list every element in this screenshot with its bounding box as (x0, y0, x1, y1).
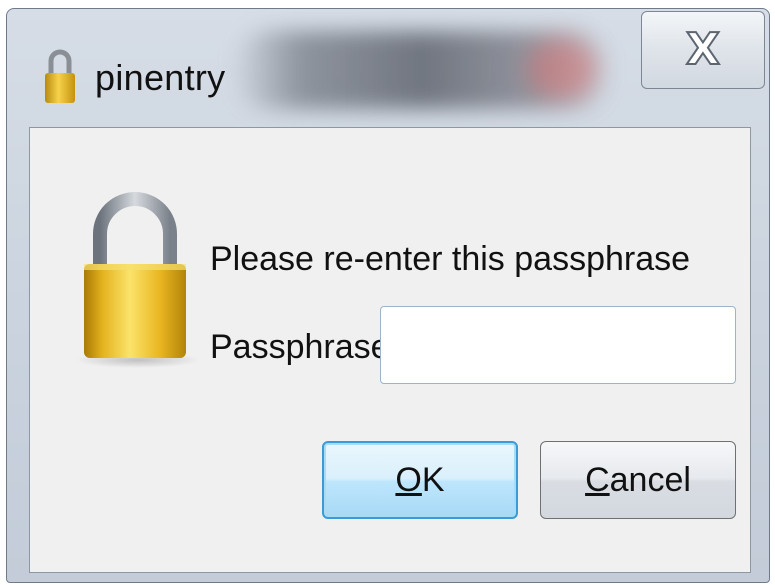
dialog-body: Please re-enter this passphrase Passphra… (29, 127, 751, 573)
passphrase-input[interactable] (380, 306, 736, 384)
window-title: pinentry (95, 57, 226, 98)
cancel-mnemonic: C (585, 460, 610, 499)
close-button[interactable]: X (641, 11, 765, 89)
cancel-label-rest: ancel (609, 460, 691, 499)
ok-button[interactable]: OK (322, 441, 518, 519)
ok-label-rest: K (421, 460, 445, 499)
blurred-background-accent (527, 39, 597, 99)
passphrase-label: Passphrase (210, 328, 390, 366)
pinentry-window: pinentry X Please re-enter this passphra… (6, 8, 770, 583)
title-bar[interactable]: pinentry X (7, 9, 769, 127)
padlock-icon (45, 49, 75, 103)
ok-mnemonic: O (395, 460, 422, 499)
close-icon: X (685, 24, 721, 75)
prompt-text: Please re-enter this passphrase (210, 240, 691, 278)
cancel-button[interactable]: Cancel (540, 441, 736, 519)
padlock-icon (76, 192, 200, 368)
